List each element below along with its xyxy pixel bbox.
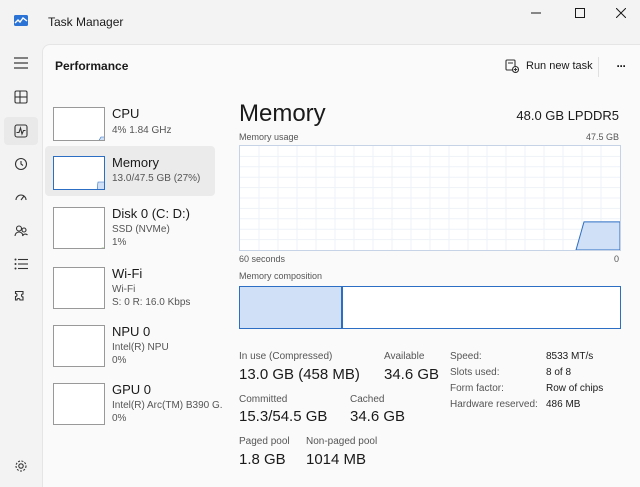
header-divider	[598, 57, 599, 77]
maximize-icon	[575, 8, 585, 18]
npu-thumbnail	[53, 325, 105, 367]
speed-value: 8533 MT/s	[546, 351, 594, 362]
item-detail: 4% 1.84 GHz	[112, 125, 172, 136]
users-icon	[14, 225, 28, 237]
nav-processes[interactable]	[4, 83, 38, 111]
main-content: Performance Run new task ··· CPU 4% 1.84…	[42, 44, 640, 487]
graph-axis-left: 60 seconds	[239, 254, 286, 264]
hamburger-menu-button[interactable]	[4, 49, 38, 77]
memory-usage-area	[575, 221, 621, 251]
more-options-icon: ···	[616, 59, 627, 73]
list-item-gpu[interactable]: GPU 0 Intel(R) Arc(TM) B390 G. 0%	[45, 373, 223, 425]
item-detail: SSD (NVMe)	[112, 224, 170, 235]
wifi-thumbnail	[53, 267, 105, 309]
list-item-disk[interactable]: Disk 0 (C: D:) SSD (NVMe) 1%	[45, 197, 215, 249]
run-new-task-button[interactable]: Run new task	[505, 55, 593, 77]
memory-usage-max: 47.5 GB	[585, 132, 619, 142]
item-detail: 1%	[112, 237, 127, 248]
slots-used-label: Slots used:	[450, 367, 500, 378]
run-new-task-icon	[505, 59, 519, 73]
item-detail: Wi-Fi	[112, 284, 136, 295]
close-button[interactable]	[599, 4, 640, 22]
item-detail: Intel(R) Arc(TM) B390 G.	[112, 400, 223, 411]
details-icon	[14, 258, 28, 270]
slots-used-value: 8 of 8	[546, 367, 572, 378]
item-name: GPU 0	[112, 382, 152, 397]
item-name: Wi-Fi	[112, 266, 143, 281]
run-new-task-label: Run new task	[526, 60, 593, 72]
paged-pool-label: Paged pool	[239, 436, 290, 447]
nav-services[interactable]	[4, 283, 38, 311]
hamburger-icon	[14, 57, 28, 69]
memory-composition-bar	[239, 286, 621, 329]
maximize-button[interactable]	[558, 4, 602, 22]
in-use-label: In use (Compressed)	[239, 351, 333, 362]
page-title: Performance	[55, 59, 129, 73]
item-name: CPU	[112, 106, 140, 121]
committed-value: 15.3/54.5 GB	[239, 408, 328, 425]
minimize-icon	[531, 12, 541, 14]
hardware-reserved-label: Hardware reserved:	[450, 399, 538, 410]
minimize-button[interactable]	[514, 4, 558, 22]
title-bar: Task Manager	[0, 0, 640, 44]
navigation-rail	[0, 44, 42, 487]
list-item-cpu[interactable]: CPU 4% 1.84 GHz	[45, 97, 215, 147]
task-manager-app-icon	[14, 15, 28, 26]
item-detail: 13.0/47.5 GB (27%)	[112, 173, 201, 184]
usage-graph-svg	[240, 146, 621, 251]
processes-icon	[14, 90, 28, 104]
item-detail: S: 0 R: 16.0 Kbps	[112, 297, 191, 308]
hardware-reserved-value: 486 MB	[546, 399, 581, 410]
non-paged-pool-value: 1014 MB	[306, 451, 367, 468]
form-factor-label: Form factor:	[450, 383, 504, 394]
composition-in-use-segment	[240, 287, 343, 328]
list-item-wifi[interactable]: Wi-Fi Wi-Fi S: 0 R: 16.0 Kbps	[45, 257, 215, 309]
performance-icon	[14, 124, 28, 138]
app-history-icon	[14, 157, 28, 171]
paged-pool-value: 1.8 GB	[239, 451, 286, 468]
cached-label: Cached	[350, 394, 385, 405]
speed-label: Speed:	[450, 351, 482, 362]
gpu-thumbnail	[53, 383, 105, 425]
committed-label: Committed	[239, 394, 288, 405]
memory-composition-label: Memory composition	[239, 271, 323, 281]
item-detail: 0%	[112, 413, 127, 424]
available-value: 34.6 GB	[384, 366, 440, 383]
nav-performance[interactable]	[4, 117, 38, 145]
memory-thumbnail	[53, 156, 105, 190]
services-icon	[14, 290, 24, 301]
nav-users[interactable]	[4, 217, 38, 245]
nav-app-history[interactable]	[4, 150, 38, 178]
non-paged-pool-label: Non-paged pool	[306, 436, 378, 447]
close-icon	[616, 8, 626, 18]
nav-startup-apps[interactable]	[4, 184, 38, 212]
memory-usage-label: Memory usage	[239, 132, 299, 142]
more-options-button[interactable]: ···	[609, 55, 633, 77]
memory-usage-graph	[239, 145, 621, 251]
graph-axis-right: 0	[614, 254, 620, 264]
item-name: Memory	[112, 155, 159, 170]
list-item-memory[interactable]: Memory 13.0/47.5 GB (27%)	[45, 146, 215, 196]
cached-value: 34.6 GB	[350, 408, 406, 425]
list-item-npu[interactable]: NPU 0 Intel(R) NPU 0%	[45, 315, 215, 367]
form-factor-value: Row of chips	[546, 383, 604, 394]
window-title: Task Manager	[48, 15, 124, 29]
cpu-thumbnail	[53, 107, 105, 141]
nav-details[interactable]	[4, 250, 38, 278]
memory-spec: 48.0 GB LPDDR5	[516, 108, 619, 123]
settings-icon	[15, 460, 27, 472]
in-use-value: 13.0 GB (458 MB)	[239, 366, 360, 383]
item-name: Disk 0 (C: D:)	[112, 206, 190, 221]
available-label: Available	[384, 351, 425, 362]
disk-thumbnail	[53, 207, 105, 249]
item-detail: 0%	[112, 355, 127, 366]
item-name: NPU 0	[112, 324, 151, 339]
startup-apps-icon	[15, 194, 27, 201]
item-detail: Intel(R) NPU	[112, 342, 169, 353]
memory-heading: Memory	[239, 100, 326, 127]
nav-settings[interactable]	[4, 452, 38, 480]
